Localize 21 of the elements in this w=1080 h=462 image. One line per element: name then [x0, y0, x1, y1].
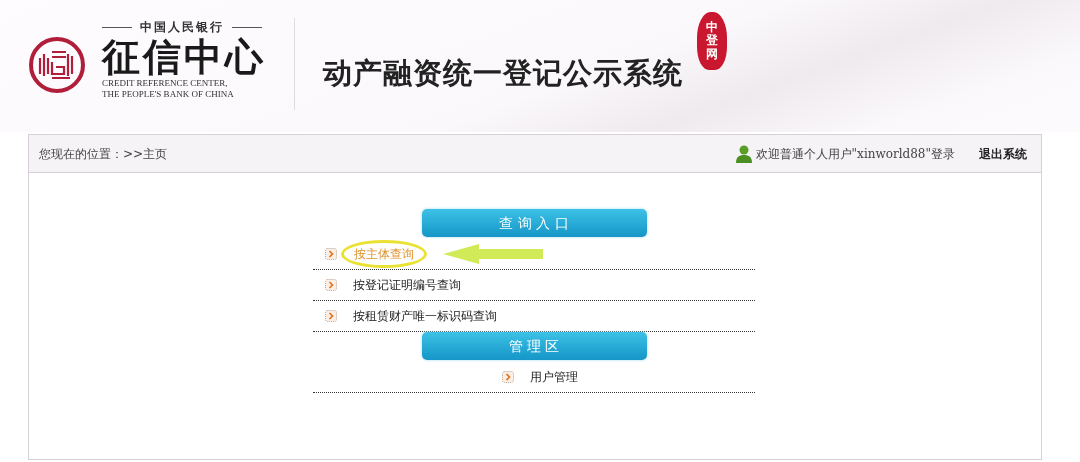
chevron-icon [325, 248, 337, 260]
chevron-icon [325, 279, 337, 291]
menu-link[interactable]: 用户管理 [530, 368, 578, 386]
org-english-name: THE PEOPLE'S BANK OF CHINA [102, 88, 235, 100]
org-name: 征信中心 [102, 36, 266, 78]
seal-logo-icon [28, 36, 86, 94]
tagline-text: 中国人民银行 [140, 19, 224, 36]
system-title: 动产融资统一登记公示系统 [323, 55, 683, 92]
chevron-icon [325, 310, 337, 322]
org-english-name: CREDIT REFERENCE CENTER, [102, 77, 229, 89]
menu-link[interactable]: 按登记证明编号查询 [353, 276, 461, 294]
stamp-logo: 中登网 [697, 12, 727, 70]
chevron-icon [502, 371, 514, 383]
breadcrumb-text: 您现在的位置：>>主页 [39, 145, 169, 163]
arrow-icon [443, 244, 543, 264]
user-icon [735, 144, 752, 163]
section-header: 管 理 区 [421, 332, 647, 360]
section-header: 查 询 入 口 [421, 209, 647, 237]
menu-link[interactable]: 按租赁财产唯一标识码查询 [353, 307, 497, 325]
logout-link[interactable]: 退出系统 [979, 144, 1027, 163]
welcome-text: 欢迎普通个人用户"xinworld88"登录 [755, 145, 955, 163]
